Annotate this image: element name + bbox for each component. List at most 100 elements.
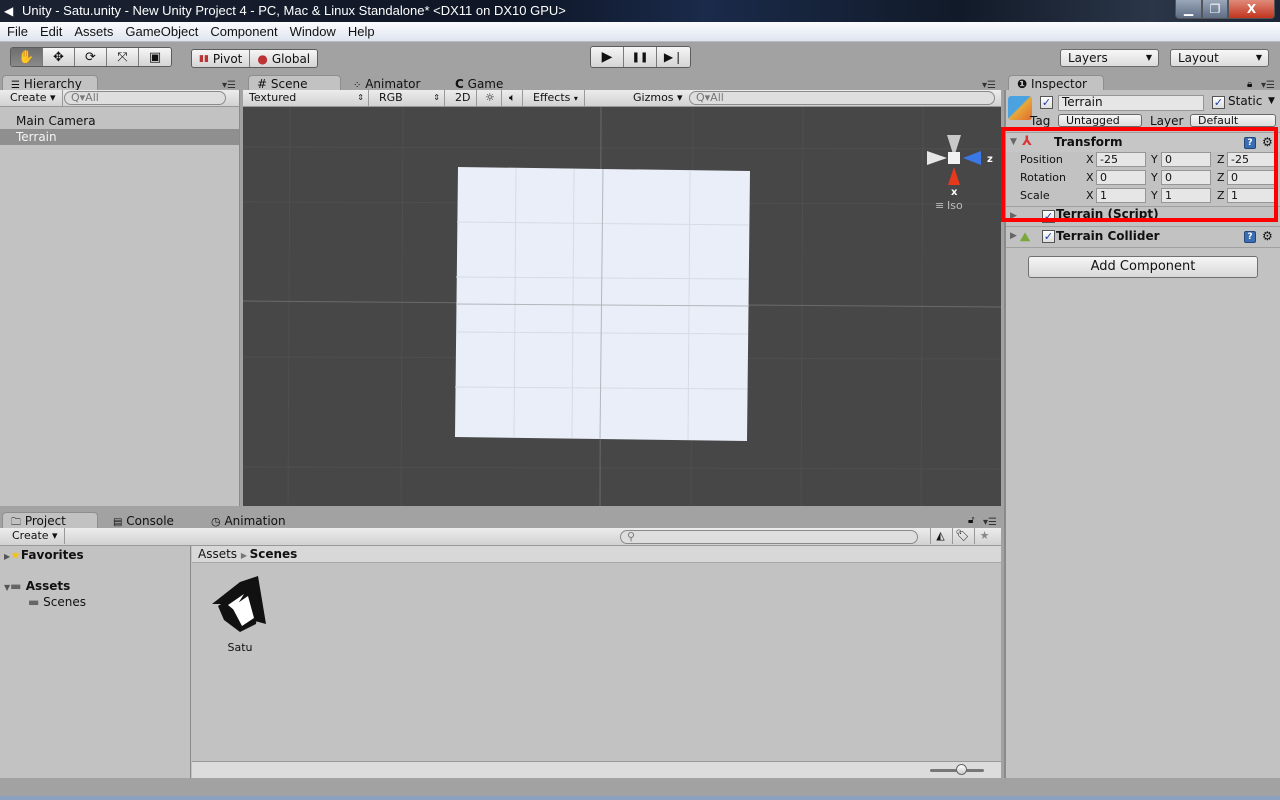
hand-tool-button[interactable]: ✋	[11, 48, 43, 66]
step-button[interactable]: ▶❘	[657, 47, 690, 67]
2d-toggle[interactable]: 2D	[449, 90, 478, 106]
active-checkbox[interactable]: ✓	[1040, 96, 1053, 109]
scale-tool-button[interactable]: ⤧	[107, 48, 139, 66]
menu-assets[interactable]: Assets	[69, 22, 118, 42]
rect-icon: ▣	[148, 49, 162, 65]
gizmo-x-arrow[interactable]	[948, 167, 960, 185]
move-icon: ✥	[53, 49, 64, 65]
menu-window[interactable]: Window	[285, 22, 341, 42]
scale-x-field[interactable]: 1	[1096, 188, 1146, 203]
pivot-controls: ▮▮ Pivot ● Global	[191, 49, 319, 68]
dropdown-arrow-icon: ▾	[573, 94, 578, 103]
filter-by-label-icon[interactable]: 🏷︎	[952, 528, 972, 544]
info-icon: ❶	[1017, 77, 1028, 91]
scale-z-field[interactable]: 1	[1227, 188, 1277, 203]
rotation-x-field[interactable]: 0	[1096, 170, 1146, 185]
terrain-collider-icon: ⛰︎	[1020, 230, 1031, 244]
help-icon[interactable]: ?	[1244, 231, 1256, 243]
terrain-script-enabled-checkbox[interactable]: ✓	[1042, 210, 1055, 223]
help-icon[interactable]: ?	[1244, 137, 1256, 149]
maximize-button[interactable]: ❐	[1202, 0, 1228, 19]
position-y-field[interactable]: 0	[1161, 152, 1211, 167]
tree-favorites[interactable]: ▶★Favorites	[4, 548, 84, 562]
add-component-button[interactable]: Add Component	[1028, 256, 1258, 278]
dropdown-arrow-icon: ▼	[1255, 53, 1262, 62]
gameobject-cube-icon	[1008, 96, 1032, 120]
layer-dropdown[interactable]: Default	[1190, 114, 1276, 127]
play-button[interactable]: ▶	[591, 47, 624, 67]
filter-by-type-icon[interactable]: ◭	[930, 528, 950, 544]
project-create-button[interactable]: Create ▾	[0, 528, 65, 544]
render-mode-dropdown[interactable]: RGB ⇕	[373, 90, 445, 106]
rotate-tool-button[interactable]: ⟳	[75, 48, 107, 66]
rotation-y-field[interactable]: 0	[1161, 170, 1211, 185]
speaker-icon: 🔈︎	[509, 91, 516, 104]
lighting-toggle[interactable]: ☼	[479, 90, 502, 106]
menu-component[interactable]: Component	[205, 22, 282, 42]
asset-item-satu[interactable]: Satu	[204, 574, 276, 654]
lock-icon[interactable]: 🔓︎	[968, 515, 974, 526]
position-x-field[interactable]: -25	[1096, 152, 1146, 167]
layout-dropdown[interactable]: Layout ▼	[1170, 49, 1269, 67]
terrain-script-header[interactable]: ▶ ✓ Terrain (Script)	[1006, 206, 1280, 224]
breadcrumb-scenes[interactable]: Scenes	[250, 547, 298, 561]
minimize-button[interactable]: ▁	[1175, 0, 1202, 19]
projection-label[interactable]: Iso	[947, 199, 963, 212]
project-search-input[interactable]: ⚲	[620, 530, 918, 544]
pause-icon: ❚❚	[631, 51, 649, 63]
tree-scenes[interactable]: ▬ Scenes	[28, 595, 86, 609]
move-tool-button[interactable]: ✥	[43, 48, 75, 66]
hierarchy-search-input[interactable]: Q▾All	[64, 91, 226, 105]
transform-axes-icon: ⅄	[1022, 134, 1032, 149]
position-z-field[interactable]: -25	[1227, 152, 1277, 167]
gizmo-center-cube[interactable]	[948, 152, 960, 164]
global-button[interactable]: ● Global	[250, 50, 318, 67]
gizmo-neg-x-arrow[interactable]	[927, 151, 947, 165]
effects-dropdown[interactable]: Effects ▾	[527, 90, 585, 106]
divider	[1006, 247, 1280, 248]
menu-edit[interactable]: Edit	[35, 22, 67, 42]
lock-icon[interactable]: 🔒︎	[1247, 79, 1252, 90]
project-tree: ▶★Favorites ▼▬ Assets ▬ Scenes	[0, 546, 191, 778]
panel-menu-icon[interactable]: ▾☰	[983, 517, 997, 528]
game-icon: C	[455, 77, 464, 91]
layers-dropdown[interactable]: Layers ▼	[1060, 49, 1159, 67]
rotation-z-field[interactable]: 0	[1227, 170, 1277, 185]
shading-mode-dropdown[interactable]: Textured ⇕	[243, 90, 369, 106]
breadcrumb-separator-icon: ▶	[240, 551, 250, 560]
rect-tool-button[interactable]: ▣	[139, 48, 171, 66]
static-checkbox[interactable]: ✓	[1212, 96, 1225, 109]
scale-y-field[interactable]: 1	[1161, 188, 1211, 203]
slider-thumb[interactable]	[956, 764, 967, 775]
pause-button[interactable]: ❚❚	[624, 47, 657, 67]
gizmo-z-arrow[interactable]	[963, 151, 981, 165]
tag-label: Tag	[1030, 114, 1051, 128]
breadcrumb-assets[interactable]: Assets	[198, 547, 237, 561]
scene-search-input[interactable]: Q▾All	[689, 91, 995, 105]
menu-file[interactable]: File	[2, 22, 33, 42]
audio-toggle[interactable]: 🔈︎	[503, 90, 523, 106]
scene-viewport[interactable]: z x ≡ Iso	[243, 107, 1001, 506]
clock-icon: ◷	[211, 515, 221, 528]
close-button[interactable]: X	[1228, 0, 1275, 19]
hierarchy-item-main-camera[interactable]: Main Camera	[0, 113, 239, 129]
object-name-field[interactable]: Terrain	[1058, 95, 1204, 111]
menu-gameobject[interactable]: GameObject	[120, 22, 203, 42]
hierarchy-item-terrain[interactable]: Terrain	[0, 129, 239, 145]
folder-icon: ▬	[28, 595, 40, 609]
static-dropdown-arrow-icon[interactable]: ▼	[1268, 96, 1275, 106]
orientation-gizmo[interactable]: z x ≡ Iso	[923, 127, 1001, 237]
gear-icon[interactable]: ⚙	[1262, 133, 1273, 152]
tag-dropdown[interactable]: Untagged	[1058, 114, 1142, 127]
gear-icon[interactable]: ⚙	[1262, 227, 1273, 246]
favorites-star-icon[interactable]: ★	[974, 528, 994, 544]
gizmos-dropdown[interactable]: Gizmos ▾	[629, 90, 687, 106]
terrain-collider-enabled-checkbox[interactable]: ✓	[1042, 230, 1055, 243]
menu-help[interactable]: Help	[343, 22, 380, 42]
hierarchy-create-button[interactable]: Create ▾	[0, 90, 63, 106]
pivot-button[interactable]: ▮▮ Pivot	[192, 50, 251, 67]
scene-toolbar: Textured ⇕ RGB ⇕ 2D ☼ 🔈︎ Effects ▾ Gizmos …	[243, 90, 1001, 107]
terrain-collider-header[interactable]: ▶ ⛰︎ ✓ Terrain Collider ? ⚙	[1006, 226, 1280, 246]
tree-assets[interactable]: ▼▬ Assets	[4, 579, 70, 593]
transform-header[interactable]: ▼ ⅄ Transform ? ⚙	[1006, 132, 1280, 152]
